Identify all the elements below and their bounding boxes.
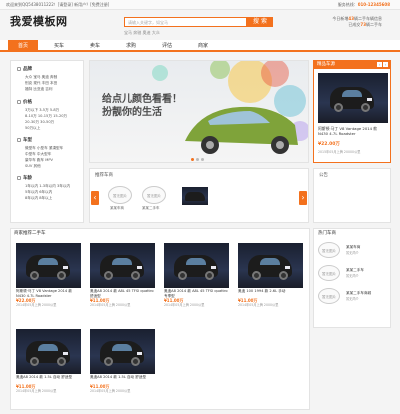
carousel-dot[interactable] — [196, 158, 199, 161]
car-image[interactable] — [90, 243, 155, 288]
dealer-desc: 暂无简介 — [346, 251, 359, 255]
featured-car-name[interactable]: 阿斯顿·马丁 V8 Vantage 2014 款 N430 4.7L Roads… — [318, 126, 388, 136]
recommend-dealers: 推荐车商 ‹ › 暂无图片 某某车商 暂无图片 某某二手车 — [89, 168, 309, 223]
car-card[interactable]: 奥迪 100 1994 款 2.6L 手动 ¥11.00万 2014年05月上牌… — [238, 243, 303, 307]
section-title: 商家推荐二手车 — [14, 231, 46, 236]
dealer-thumb[interactable]: 暂无图片 — [142, 186, 166, 204]
dealer-item[interactable]: 暂无图片 某某二手车商城 暂无简介 — [318, 287, 388, 307]
carousel-dots[interactable] — [190, 157, 205, 162]
notice-panel: 公告 — [313, 168, 391, 223]
welcome-text[interactable]: 欢迎来到QQ5438011222！[请登录] 新用户？[免费注册] — [6, 2, 109, 7]
filter-row[interactable]: SUV 其他 — [17, 163, 63, 169]
filter-row[interactable]: 1年以内 1-3年以内 3年以内 — [17, 183, 70, 189]
hot-dealers: 热门车商 暂无图片 某某车商 暂无简介 暂无图片 某某二手车 暂无简介 暂无图片… — [313, 228, 391, 328]
dealer-thumb[interactable]: 暂无图片 — [318, 242, 340, 258]
filter-price: 价格 3万以下 3-5万 5-8万 8-10万 10-15万 15-20万 20… — [17, 98, 67, 131]
dealer-desc: 暂无简介 — [346, 274, 359, 278]
recommend-title: 推荐车商 — [95, 173, 113, 178]
filter-brand: 品牌 大众 宝马 奥迪 奔驰 别克 现代 丰田 本田 福特 比亚迪 吉利 — [17, 65, 57, 92]
nav-wanted[interactable]: 求购 — [116, 40, 146, 52]
nav-buy[interactable]: 买车 — [44, 40, 74, 52]
nav-sell[interactable]: 卖车 — [80, 40, 110, 52]
recommended-cars: 商家推荐二手车 阿斯顿·马丁 V8 Vantage 2014 款 N430 4.… — [10, 228, 310, 410]
dealer-photo[interactable] — [182, 187, 208, 205]
hot-dealers-title: 热门车商 — [318, 231, 336, 236]
car-date: 2014年05月上牌 2000公里 — [16, 389, 57, 393]
filter-row[interactable]: 8年以内 8年以上 — [17, 195, 70, 201]
car-name[interactable]: 阿斯顿·马丁 V8 Vantage 2014 款 N430 4.7L Roads… — [16, 289, 81, 298]
next-arrow-icon[interactable]: › — [299, 191, 307, 205]
dealer-name[interactable]: 某某二手车 — [346, 268, 364, 272]
featured-car-price: ¥22.00万 — [318, 142, 340, 147]
car-date: 2014年05月上牌 2000公里 — [238, 303, 279, 307]
search-button[interactable]: 搜 索 — [247, 17, 273, 27]
brand-icon — [17, 67, 21, 71]
dealer-item[interactable]: 暂无图片 某某二手车 暂无简介 — [318, 264, 388, 284]
car-name[interactable]: 奥迪A8 2014 款 A8L 45 TFSI quattro 专享型 — [164, 289, 229, 298]
car-date: 2014年05月上牌 2000公里 — [16, 303, 57, 307]
car-image[interactable] — [164, 243, 229, 288]
dealer-thumb[interactable]: 暂无图片 — [108, 186, 132, 204]
site-stats: 今日新增43辆二手车辆信息 已成交73辆二手车 — [332, 16, 382, 28]
car-card[interactable]: 奥迪A8 2014 款 A8L 45 TFSI quattro 舒适型 ¥11.… — [90, 243, 155, 307]
nav-evaluate[interactable]: 评估 — [152, 40, 182, 52]
nav-home[interactable]: 首页 — [8, 40, 38, 52]
notice-title: 公告 — [319, 173, 328, 178]
car-image[interactable] — [90, 329, 155, 374]
dealer-item[interactable]: 暂无图片 某某车商 暂无简介 — [318, 241, 388, 261]
car-name[interactable]: 奥迪A8 2014 款 1.5L 自动 舒适型 — [90, 375, 155, 380]
carousel-dot[interactable] — [201, 158, 204, 161]
car-image[interactable] — [16, 329, 81, 374]
car-date: 2014年05月上牌 2000公里 — [90, 303, 131, 307]
filter-row[interactable]: 8-10万 10-15万 15-20万 — [17, 113, 67, 119]
price-icon — [17, 100, 21, 104]
featured-car-panel: 精品车源 ‹ › 阿斯顿·马丁 V8 Vantage 2014 款 N430 4.… — [313, 60, 391, 163]
dealer-desc: 暂无简介 — [346, 297, 359, 301]
next-icon[interactable]: › — [383, 62, 388, 67]
search-input[interactable]: 请输入关键字，如宝马 — [124, 17, 247, 27]
prev-arrow-icon[interactable]: ‹ — [91, 191, 99, 205]
car-name[interactable]: 奥迪A8 2014 款 A8L 45 TFSI quattro 舒适型 — [90, 289, 155, 298]
car-date: 2014年05月上牌 2000公里 — [90, 389, 131, 393]
car-card[interactable]: 阿斯顿·马丁 V8 Vantage 2014 款 N430 4.7L Roads… — [16, 243, 81, 307]
car-image[interactable] — [16, 243, 81, 288]
car-card[interactable]: 奥迪A8 2014 款 1.5L 自动 舒适型 ¥11.00万 2014年05月… — [90, 329, 155, 393]
prev-icon[interactable]: ‹ — [377, 62, 382, 67]
dealer-label[interactable]: 某某二手车 — [142, 206, 160, 210]
filter-row[interactable]: 50万以上 — [17, 125, 67, 131]
carousel-dot[interactable] — [191, 158, 194, 161]
dealer-name[interactable]: 某某车商 — [346, 245, 360, 249]
banner-carousel[interactable]: 给点儿颜色看看！ 扮靓你的生活 — [89, 60, 309, 163]
filter-age: 车龄 1年以内 1-3年以内 3年以内 5年以内 6年以内 8年以内 8年以上 — [17, 174, 70, 201]
car-date: 2014年05月上牌 2000公里 — [164, 303, 205, 307]
car-card[interactable]: 奥迪A8 2014 款 1.5L 自动 舒适型 ¥11.00万 2014年05月… — [16, 329, 81, 393]
dealer-name[interactable]: 某某二手车商城 — [346, 291, 371, 295]
car-card[interactable]: 奥迪A8 2014 款 A8L 45 TFSI quattro 专享型 ¥11.… — [164, 243, 229, 307]
car-name[interactable]: 奥迪 100 1994 款 2.6L 手动 — [238, 289, 303, 294]
filter-type: 车型 微型车 小型车 紧凑型车 中型车 中大型车 豪华车 跑车 MPV SUV … — [17, 136, 63, 169]
filter-row[interactable]: 福特 比亚迪 吉利 — [17, 86, 57, 92]
dealer-thumb[interactable]: 暂无图片 — [318, 288, 340, 304]
site-logo[interactable]: 我爱模板网 — [10, 15, 68, 29]
car-name[interactable]: 奥迪A8 2014 款 1.5L 自动 舒适型 — [16, 375, 81, 380]
featured-nav: ‹ › — [376, 62, 388, 67]
age-icon — [17, 176, 21, 180]
banner-slogan: 给点儿颜色看看！ 扮靓你的生活 — [102, 94, 182, 118]
nav-dealers[interactable]: 商家 — [188, 40, 218, 52]
top-bar: 欢迎来到QQ5438011222！[请登录] 新用户？[免费注册] 服务热线：0… — [0, 0, 400, 10]
featured-car-date: 2015年05月上牌 20000公里 — [318, 150, 361, 154]
hot-search-links[interactable]: 宝马 奔驰 奥迪 大众 — [124, 30, 160, 35]
type-icon — [17, 138, 21, 142]
hotline: 服务热线：010-12345608 — [337, 2, 390, 7]
dealer-thumb[interactable]: 暂无图片 — [318, 265, 340, 281]
featured-car-image[interactable] — [318, 73, 388, 123]
filter-sidebar: 品牌 大众 宝马 奥迪 奔驰 别克 现代 丰田 本田 福特 比亚迪 吉利 价格 … — [10, 60, 84, 223]
main-nav: 首页 买车 卖车 求购 评估 商家 — [0, 40, 400, 52]
dealer-label[interactable]: 某某车商 — [110, 206, 124, 210]
car-image[interactable] — [238, 243, 303, 288]
